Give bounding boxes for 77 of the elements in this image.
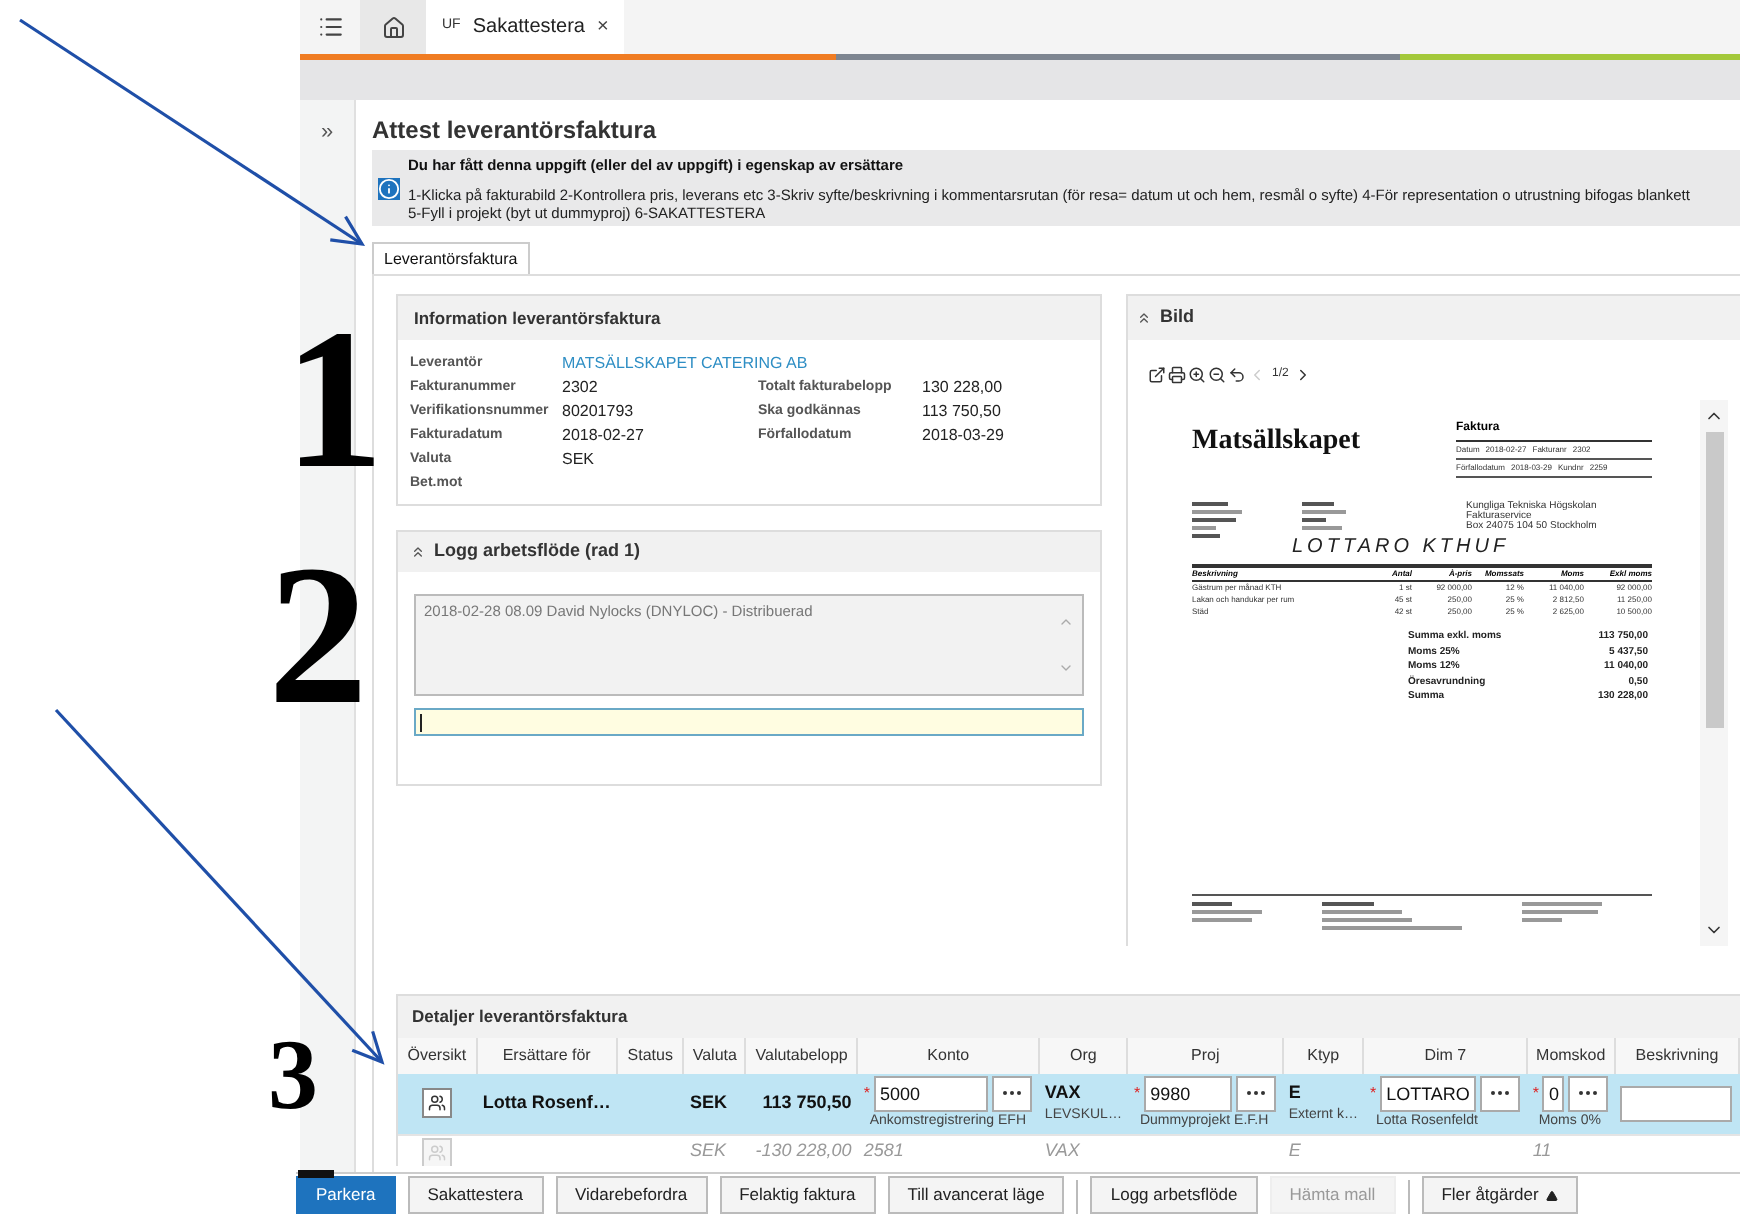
expand-sidebar-button[interactable]: » [320,116,334,144]
scrollbar-thumb[interactable] [1705,432,1723,728]
description-input[interactable] [1620,1085,1733,1122]
collapse-icon[interactable] [1136,310,1152,326]
section-tab[interactable]: Leverantörsfaktura [372,242,530,274]
panel-title: Logg arbetsflöde (rad 1) [434,538,641,565]
action-button[interactable]: Logg arbetsflöde [1090,1176,1258,1214]
action-button[interactable]: Till avancerat läge [887,1176,1065,1214]
required-mark: * [863,1081,870,1105]
action-button[interactable]: Fler åtgärder [1421,1176,1579,1214]
text-cursor [420,713,422,731]
action-button[interactable]: Vidarebefordra [555,1176,708,1214]
table-cell-text: 11 [1532,1138,1552,1165]
more-icon [1578,1090,1599,1096]
tab-label: Sakattestera [472,14,585,42]
comment-input[interactable] [414,708,1084,736]
field-value: 2302 [562,376,600,398]
table-cell-text: VAX [1044,1079,1081,1106]
table-cell-text: SEK [689,1090,727,1116]
required-mark: * [1532,1081,1539,1105]
code-input[interactable]: 5000 [873,1075,989,1111]
people-icon [428,1094,447,1113]
page-title: Attest leverantörsfaktura [372,114,659,144]
invoice-company-name: Matsällskapet [1192,424,1360,460]
action-button[interactable]: Felaktig faktura [719,1176,876,1214]
lookup-button[interactable] [1236,1075,1277,1111]
more-icon [1002,1090,1023,1096]
table-cell-text: 113 750,50 [762,1090,852,1116]
field-value: SEK [562,448,597,470]
supplier-link[interactable]: MATSÄLLSKAPET CATERING AB [562,352,808,374]
field-value: 2018-02-27 [562,424,646,446]
panel-title: Bild [1160,304,1194,331]
table-cell-text: -130 228,00 [755,1138,852,1165]
code-input[interactable]: 9980 [1144,1075,1233,1111]
back-icon[interactable] [1228,365,1246,383]
close-tab-button[interactable]: × [597,12,609,42]
required-mark: * [1133,1081,1141,1105]
panel-title: Information leverantörsfaktura [414,305,661,331]
overview-button[interactable] [422,1088,453,1119]
table-cell-text: 2581 [863,1138,904,1165]
field-value: 130 228,00 [922,376,1005,398]
caret-icon [1546,1189,1559,1201]
table-cell-text: VAX [1044,1138,1080,1165]
export-icon[interactable] [1148,365,1166,383]
action-button[interactable]: Sakattestera [407,1176,543,1214]
table-cell-text: SEK [689,1138,726,1165]
collapse-icon[interactable] [410,544,426,560]
table-cell-text: E [1288,1138,1301,1165]
table-cell-text: Lotta Rosenf… [482,1090,611,1116]
action-button[interactable]: Parkera [296,1176,396,1214]
more-icon [1490,1090,1511,1096]
zoom-in-icon[interactable] [1188,365,1206,383]
document-scrollbar[interactable] [1700,400,1728,946]
lookup-button[interactable] [1480,1075,1521,1111]
required-mark: * [1369,1081,1377,1105]
home-icon [381,15,405,39]
table-cell-text: E [1288,1079,1301,1106]
people-icon [428,1143,447,1161]
zoom-out-icon[interactable] [1208,365,1226,383]
code-input[interactable]: LOTTARO [1380,1075,1477,1111]
lookup-button[interactable] [992,1075,1033,1111]
panel-title: Detaljer leverantörsfaktura [412,1004,628,1030]
print-icon[interactable] [1168,365,1186,383]
code-input[interactable]: 0 [1542,1075,1565,1111]
info-icon [378,177,400,199]
annotation-number: 1 [284,300,384,500]
annotation-number: 3 [268,1024,318,1124]
home-button[interactable] [360,0,426,54]
menu-icon [317,14,343,40]
handwritten-note: LOTTARO KTHUF [1292,534,1512,562]
more-icon [1246,1090,1267,1096]
field-value: 113 750,50 [922,400,1003,422]
field-value: 80201793 [562,400,636,422]
field-value: 2018-03-29 [922,424,1006,446]
annotation-number: 2 [268,536,368,736]
redaction-bar [298,1170,334,1178]
lookup-button[interactable] [1568,1075,1609,1111]
